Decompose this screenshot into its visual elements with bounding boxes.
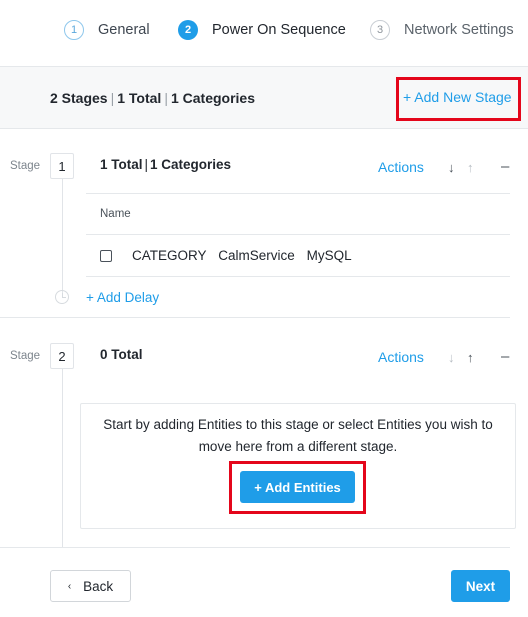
chevron-left-icon: ‹: [67, 580, 72, 592]
step-number: 1: [64, 20, 84, 40]
stage-number: 2: [50, 343, 74, 369]
step-general[interactable]: 1 General: [64, 20, 150, 40]
divider: [0, 547, 510, 548]
stage-connector-line: [62, 367, 63, 547]
entity-key: CalmService: [218, 248, 295, 263]
highlight-box: [396, 77, 521, 121]
summary-total: 1 Total: [117, 90, 162, 106]
move-down-icon[interactable]: ↓: [448, 160, 455, 175]
stage-categories: 1 Categories: [150, 157, 232, 172]
entity-value: MySQL: [306, 248, 352, 263]
wizard-stepper: 1 General 2 Power On Sequence 3 Network …: [0, 0, 528, 62]
stage-title: 0 Total: [100, 347, 143, 362]
move-up-icon[interactable]: ↑: [467, 350, 474, 365]
stage-tag: Stage: [10, 350, 41, 362]
step-number: 3: [370, 20, 390, 40]
empty-stage-message: Start by adding Entities to this stage o…: [103, 417, 493, 454]
entity-type: CATEGORY: [132, 248, 207, 263]
move-down-icon: ↓: [448, 350, 455, 365]
stage-connector-line: [62, 175, 63, 295]
summary-categories: 1 Categories: [170, 90, 255, 106]
stage-actions-button[interactable]: Actions: [378, 159, 424, 175]
stage-total: 1 Total: [100, 157, 143, 172]
step-label: Power On Sequence: [212, 22, 346, 38]
step-label: Network Settings: [404, 22, 514, 38]
stage-title: 1 Total | 1 Categories: [100, 157, 232, 172]
column-header-name: Name: [100, 208, 131, 220]
entity-checkbox[interactable]: [100, 250, 112, 262]
add-delay-link[interactable]: + Add Delay: [86, 290, 159, 305]
step-network-settings[interactable]: 3 Network Settings: [370, 20, 514, 40]
divider: [86, 193, 510, 194]
stage-total: 0 Total: [100, 347, 143, 362]
step-label: General: [98, 22, 150, 38]
divider: [0, 317, 510, 318]
step-number: 2: [178, 20, 198, 40]
collapse-stage-icon[interactable]: –: [501, 348, 509, 365]
entity-row: CATEGORY CalmService MySQL: [132, 248, 360, 263]
move-up-icon: ↑: [467, 160, 474, 175]
divider: [0, 128, 528, 129]
next-button[interactable]: Next: [451, 570, 510, 602]
step-power-on-sequence[interactable]: 2 Power On Sequence: [178, 20, 346, 40]
back-label: Back: [83, 578, 114, 594]
back-button[interactable]: ‹ Back: [50, 570, 131, 602]
collapse-stage-icon[interactable]: –: [501, 158, 509, 175]
summary-stages: 2 Stages: [50, 90, 108, 106]
stage-number: 1: [50, 153, 74, 179]
divider: [86, 234, 510, 235]
divider: [86, 276, 510, 277]
stage-tag: Stage: [10, 160, 41, 172]
clock-icon: [55, 290, 69, 304]
stage-actions-button[interactable]: Actions: [378, 349, 424, 365]
summary-text: 2 Stages | 1 Total | 1 Categories: [50, 90, 255, 106]
highlight-box: [229, 461, 366, 514]
